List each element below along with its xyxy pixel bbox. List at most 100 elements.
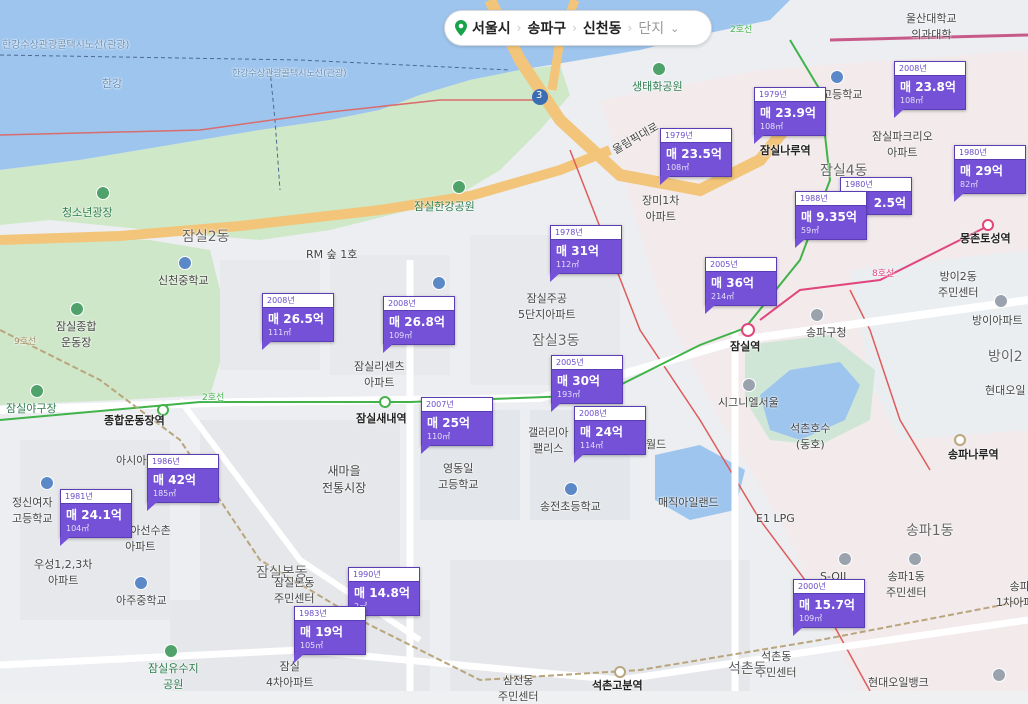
breadcrumb-city[interactable]: 서울시 — [472, 18, 511, 38]
jamsil2-dong: 잠실2동 — [182, 229, 230, 245]
jangmi-label: 장미1차 아파트 — [642, 194, 680, 223]
listing-area: 108㎡ — [666, 163, 690, 172]
road-number-3: 3 — [536, 90, 543, 101]
school-icon — [134, 576, 148, 590]
listing-area: 185㎡ — [153, 489, 177, 498]
listing-year: 2005년 — [706, 258, 776, 272]
park-icon — [652, 62, 666, 76]
listing-marker[interactable]: 2005년 매 36억 214㎡ — [705, 257, 777, 314]
songpa-apt-label: 송파 1차아파트 — [996, 580, 1028, 609]
park-icon — [452, 180, 466, 194]
listing-price: 매 26.5억 — [268, 312, 324, 326]
bangi2-right-label: 방이2 — [988, 349, 1023, 365]
jamsil3-dong: 잠실3동 — [532, 333, 580, 349]
listing-marker[interactable]: 1988년 매 9.35억 59㎡ — [795, 191, 867, 248]
hyundai-bank-label: 현대오일뱅크 — [868, 676, 929, 689]
listing-marker[interactable]: 2008년 매 26.8억 109㎡ — [383, 296, 455, 353]
listing-marker[interactable]: 2008년매 23.8억 108㎡ — [894, 61, 966, 118]
jamsilbon-center-label: 잠실본동 주민센터 — [274, 576, 315, 605]
listing-price: 매 25억 — [427, 416, 470, 430]
bangi2-label: 방이2동 주민센터 — [938, 270, 979, 299]
building-icon — [908, 552, 922, 566]
listing-price: 매 24억 — [580, 425, 623, 439]
listing-marker[interactable]: 2008년 매 24억 114㎡ — [574, 406, 646, 463]
listing-marker[interactable]: 2000년 매 15.7억 109㎡ — [793, 579, 865, 636]
jamsil-jugong-label: 잠실주공 5단지아파트 — [518, 292, 576, 321]
listing-year: 1990년 — [349, 568, 419, 582]
line8-label: 8호선 — [872, 269, 895, 279]
galleria-label: 갤러리아 팰리스 — [528, 426, 569, 455]
jamsil-hangang-label: 잠실한강공원 — [414, 200, 475, 213]
listing-year: 1979년 — [661, 129, 731, 143]
school-icon — [564, 482, 578, 496]
breadcrumb-filter-label: 단지 — [638, 21, 665, 37]
listing-area: 114㎡ — [580, 441, 604, 450]
listing-year: 1981년 — [61, 490, 131, 504]
school-icon — [830, 70, 844, 84]
listing-marker[interactable]: 1983년 매 19억 105㎡ — [294, 606, 366, 663]
listing-area: 109㎡ — [799, 614, 823, 623]
region-breadcrumb: 서울시 › 송파구 › 신천동 › 단지 ⌄ — [444, 10, 712, 46]
mongchon-station[interactable]: 몽촌토성역 — [960, 230, 1011, 246]
line9-label: 9호선 — [14, 337, 37, 347]
baseball-label: 잠실야구장 — [6, 402, 57, 415]
listing-area: 108㎡ — [900, 96, 924, 105]
building-icon — [992, 668, 1006, 682]
market-label: 새마을 전통시장 — [322, 464, 367, 495]
listing-price: 매 36억 — [711, 276, 754, 290]
ecopark-label: 생태화공원 — [632, 80, 683, 93]
listing-year: 2008년 — [263, 294, 333, 308]
listing-area: 109㎡ — [389, 331, 413, 340]
listing-year: 1980년 — [955, 146, 1025, 160]
breadcrumb-district[interactable]: 송파구 — [527, 18, 566, 38]
listing-marker[interactable]: 2007년 매 25억 110㎡ — [421, 397, 493, 454]
seokchon-dong: 석촌동 — [728, 661, 767, 677]
listing-area: 112㎡ — [556, 260, 580, 269]
jamsil-apt-bottom-label: 잠실 4차아파트 — [266, 660, 314, 689]
sports-complex-station[interactable]: 종합운동장역 — [104, 412, 165, 428]
listing-marker[interactable]: 1979년 매 23.5억 108㎡ — [660, 128, 732, 185]
breadcrumb-separator-icon: › — [572, 21, 577, 35]
songpa1-dong: 송파1동 — [906, 523, 954, 539]
listing-marker[interactable]: 1981년 매 24.1억 104㎡ — [60, 489, 132, 546]
saenae-station[interactable]: 잠실새내역 — [356, 410, 407, 426]
breadcrumb-filter[interactable]: 단지 ⌄ — [638, 18, 679, 38]
listing-marker[interactable]: 1986년 매 42억 185㎡ — [147, 454, 219, 511]
listing-marker[interactable]: 1980년 매 29억 82㎡ — [954, 145, 1026, 202]
listing-year: 2008년 — [895, 62, 965, 76]
highschool-top-label: 고등학교 — [822, 88, 863, 101]
jeongsin-label: 정신여자 고등학교 — [12, 496, 53, 525]
chevron-down-icon: ⌄ — [670, 21, 680, 35]
breadcrumb-dong[interactable]: 신천동 — [583, 18, 622, 38]
line2-label-mid: 2호선 — [202, 393, 225, 403]
park-icon — [30, 384, 44, 398]
jamsil-station[interactable]: 잠실역 — [730, 338, 760, 354]
songjeon-label: 송전초등학교 — [540, 500, 601, 513]
listing-marker[interactable]: 2005년 매 30억 193㎡ — [551, 355, 623, 412]
listing-marker[interactable]: 1979년 매 23.9억 108㎡ — [754, 87, 826, 144]
breadcrumb-separator-icon: › — [516, 21, 522, 35]
listing-year: 1979년 — [755, 88, 825, 102]
listing-price: 매 23.8억 — [900, 80, 956, 94]
youngdongil-label: 영동일 고등학교 — [438, 462, 479, 491]
listing-year: 1988년 — [796, 192, 866, 206]
fuel-icon — [838, 552, 852, 566]
listing-price: 매 9.35억 — [801, 210, 857, 224]
youth-square-label: 청소년광장 — [62, 206, 113, 219]
listing-year: 2005년 — [552, 356, 622, 370]
map-canvas[interactable] — [0, 0, 1028, 691]
line2-label-top: 2호선 — [730, 25, 753, 35]
park-icon — [70, 302, 84, 316]
listing-marker[interactable]: 2008년 매 26.5억 111㎡ — [262, 293, 334, 350]
listing-marker[interactable]: 1978년 매 31억 112㎡ — [550, 225, 622, 282]
asia-park-label: 아시아 — [116, 454, 147, 467]
jamsil-naru-station[interactable]: 잠실나루역 — [760, 142, 811, 158]
listing-price: 매 24.1억 — [66, 508, 122, 522]
songpa-naru-station[interactable]: 송파나루역 — [948, 446, 999, 462]
listing-area: 82㎡ — [960, 180, 979, 189]
listing-area: 108㎡ — [760, 122, 784, 131]
magic-island-label: 매직아일랜드 — [658, 496, 719, 509]
ferry-route-label: 한강수상관광콜택시노선(관광) — [2, 40, 130, 51]
listing-year: 2007년 — [422, 398, 492, 412]
jamsil-park-label: 잠실파크리오 아파트 — [872, 130, 933, 159]
